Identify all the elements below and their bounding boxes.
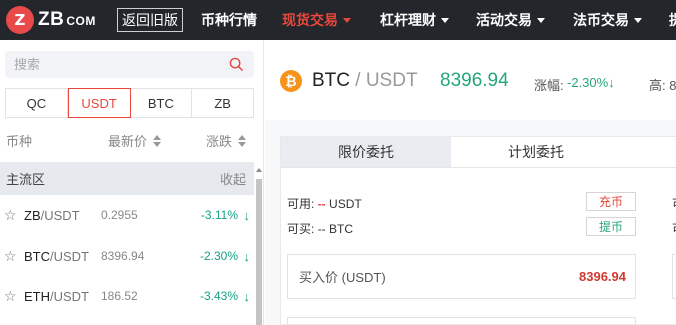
collapse-link[interactable]: 收起 (220, 169, 246, 188)
nav-spot-trading[interactable]: 现货交易 (282, 10, 351, 30)
change-percent: -2.30% (199, 249, 238, 263)
buy-amount-field[interactable] (287, 317, 636, 325)
buy-price-value: 8396.94 (579, 269, 626, 284)
ticker-bar: ₿ BTC / USDT 8396.94 涨幅: -2.30%↓ 高: 8 (265, 40, 676, 120)
column-change[interactable]: 涨跌 (206, 131, 246, 150)
market-sidebar: QC USDT BTC ZB 币种 最新价 涨跌 主流区 收起 ☆ ZB/USD… (0, 40, 264, 325)
sort-icon[interactable] (153, 134, 162, 147)
tab-plan-order[interactable]: 计划委托 (451, 137, 621, 167)
star-icon[interactable]: ☆ (4, 248, 17, 265)
market-row[interactable]: ☆ ETH/USDT 186.52 -3.43% ↓ (0, 276, 254, 316)
pair-name: ETH/USDT (24, 288, 89, 304)
order-type-tabs: 限价委托 计划委托 (281, 137, 676, 168)
change-percent: -3.43% (199, 289, 238, 303)
chevron-down-icon (441, 17, 449, 23)
arrow-down-icon: ↓ (243, 207, 251, 223)
nav-events[interactable]: 活动交易 (476, 10, 545, 30)
column-price[interactable]: 最新价 (108, 131, 162, 150)
nav-market[interactable]: 币种行情 (201, 10, 257, 30)
zone-label: 主流区 (6, 172, 46, 187)
nav-margin[interactable]: 杠杆理财 (380, 10, 449, 30)
scrollbar[interactable] (256, 179, 262, 325)
arrow-down-icon: ↓ (243, 248, 251, 264)
nav-otc[interactable]: 法币交易 (573, 10, 642, 30)
available-balance: 可用: -- USDT (287, 197, 362, 211)
logo-mark-icon: Z (6, 6, 34, 34)
logo[interactable]: Z ZB COM (6, 6, 106, 34)
chevron-down-icon (343, 17, 351, 23)
tab-limit-order[interactable]: 限价委托 (281, 137, 451, 167)
column-coin: 币种 (6, 134, 33, 149)
order-panel: 限价委托 计划委托 可用: -- USDT 可买: -- BTC 充币 提币 可… (280, 136, 676, 325)
market-row[interactable]: ☆ BTC/USDT 8396.94 -2.30% ↓ (0, 236, 254, 276)
market-row[interactable]: ☆ ZB/USDT 0.2955 -3.11% ↓ (0, 195, 254, 235)
search-box[interactable] (5, 51, 254, 78)
ticker-high: 高: 8 (649, 78, 676, 93)
search-input[interactable] (5, 51, 215, 78)
pair-name: ZB/USDT (24, 207, 80, 223)
sell-available-label: 可 (672, 195, 676, 212)
star-icon[interactable]: ☆ (4, 288, 17, 305)
nav-more[interactable]: 提 (669, 10, 676, 30)
ticker-change-label: 涨幅: (534, 78, 564, 93)
sell-price-field[interactable] (672, 254, 676, 299)
chevron-down-icon (634, 17, 642, 23)
ticker-change: -2.30%↓ (567, 75, 615, 90)
pair-name: BTC/USDT (24, 248, 89, 264)
ticker-pair: BTC / USDT (312, 70, 418, 91)
tab-usdt[interactable]: USDT (67, 88, 131, 118)
top-nav: Z ZBCOM 返回旧版 币种行情 现货交易 杠杆理财 活动交易 法币交易 提 (0, 0, 676, 40)
arrow-down-icon: ↓ (243, 288, 251, 304)
main-zone-header: 主流区 收起 (0, 162, 254, 195)
chevron-down-icon (537, 17, 545, 23)
tab-zb[interactable]: ZB (192, 89, 253, 117)
search-icon[interactable] (229, 57, 244, 72)
buy-price-label: 买入价 (USDT) (299, 270, 386, 285)
tab-btc[interactable]: BTC (131, 89, 193, 117)
ticker-last-price: 8396.94 (440, 70, 509, 91)
withdraw-button[interactable]: 提币 (586, 217, 636, 236)
market-column-header: 币种 最新价 涨跌 (0, 131, 254, 149)
deposit-button[interactable]: 充币 (586, 192, 636, 211)
bitcoin-icon: ₿ (280, 70, 302, 92)
buy-price-field[interactable]: 买入价 (USDT) 8396.94 (287, 254, 636, 299)
back-to-old-version-button[interactable]: 返回旧版 (117, 8, 183, 32)
scroll-up-arrow-icon[interactable] (256, 168, 262, 172)
trade-main: ₿ BTC / USDT 8396.94 涨幅: -2.30%↓ 高: 8 限价… (265, 40, 676, 325)
last-price: 0.2955 (101, 208, 138, 222)
buyable-amount: 可买: -- BTC (287, 222, 354, 236)
last-price: 8396.94 (101, 249, 145, 263)
last-price: 186.52 (101, 289, 138, 303)
tab-qc[interactable]: QC (6, 89, 68, 117)
sell-amount-label: 可 (672, 220, 676, 237)
logo-text: ZB COM (38, 9, 96, 30)
sort-icon[interactable] (238, 134, 246, 147)
change-percent: -3.11% (200, 208, 238, 222)
quote-currency-tabs: QC USDT BTC ZB (5, 88, 254, 118)
star-icon[interactable]: ☆ (4, 207, 17, 224)
